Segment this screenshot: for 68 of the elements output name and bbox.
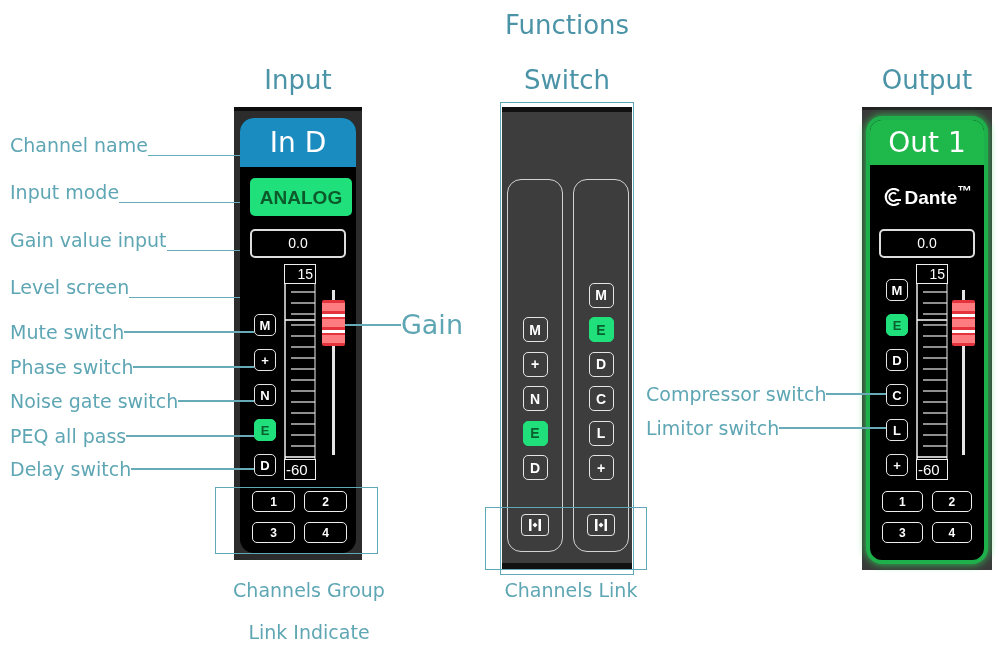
callout-label: Noise gate switch	[10, 389, 179, 413]
channel-name-header: Out 1	[870, 120, 984, 165]
switch-button[interactable]: +	[254, 349, 276, 371]
scale-label: -60	[284, 459, 316, 480]
leader-line	[826, 393, 886, 395]
switch-button[interactable]: M	[522, 317, 548, 342]
switch-button[interactable]: M	[254, 314, 276, 336]
callout-label: Gain	[400, 309, 463, 341]
gain-input-field[interactable]: 0.0	[250, 229, 346, 258]
section-heading: Output	[880, 64, 974, 97]
callout-label: Gain value input	[10, 228, 167, 252]
bars-icon	[528, 519, 542, 531]
group-button[interactable]: 4	[304, 522, 347, 543]
switch-button[interactable]: +	[588, 455, 614, 480]
channel-name-header: In D	[240, 118, 356, 167]
callout-label: Limitor switch	[646, 416, 780, 440]
switch-button[interactable]: E	[522, 420, 548, 446]
group-button[interactable]: 3	[252, 522, 295, 543]
callout-label: Delay switch	[10, 457, 132, 481]
switch-button[interactable]: E	[254, 419, 276, 441]
scale-label: -60	[916, 459, 948, 480]
callout-label: Input mode	[10, 180, 120, 204]
page-title: Functions	[504, 9, 630, 42]
callout-label: Phase switch	[10, 355, 134, 379]
group-button[interactable]: 2	[304, 491, 347, 512]
switch-button[interactable]: C	[588, 386, 614, 411]
switch-button[interactable]: L	[588, 420, 614, 446]
switch-button[interactable]: N	[254, 384, 276, 406]
bars-icon	[594, 519, 608, 531]
group-button[interactable]: 4	[931, 522, 972, 543]
input-mode-button[interactable]: ANALOG	[250, 178, 352, 216]
group-button[interactable]: 2	[931, 491, 972, 512]
group-button[interactable]: 1	[882, 491, 923, 512]
section-heading: Input	[263, 64, 333, 97]
caption-label: Link Indicate	[248, 620, 370, 645]
switch-button[interactable]: N	[522, 386, 548, 411]
scale-label: 15	[284, 264, 316, 284]
caption-label: Channels Group	[233, 578, 385, 603]
switch-button[interactable]: +	[886, 454, 908, 476]
logo-icon	[882, 188, 903, 206]
fader-handle[interactable]	[952, 300, 975, 346]
gain-input-field[interactable]: 0.0	[879, 229, 975, 258]
callout-label: Level screen	[10, 275, 130, 299]
channel-link-button[interactable]	[521, 514, 549, 536]
switch-button[interactable]: M	[886, 279, 908, 301]
switch-button[interactable]: D	[886, 349, 908, 371]
switch-button[interactable]: L	[886, 419, 908, 441]
switch-button[interactable]: D	[588, 351, 614, 377]
switch-button[interactable]: E	[588, 317, 614, 342]
callout-label: Compressor switch	[646, 382, 827, 406]
leader-line	[345, 324, 401, 326]
fader-handle[interactable]	[322, 300, 345, 346]
callout-label: Mute switch	[10, 320, 125, 344]
callout-label: Channel name	[10, 133, 148, 157]
switch-button[interactable]: D	[522, 455, 548, 480]
switch-button[interactable]: D	[254, 454, 276, 476]
section-heading: Switch	[523, 64, 611, 97]
group-button[interactable]: 3	[882, 522, 923, 543]
switch-button[interactable]: C	[886, 384, 908, 406]
group-button[interactable]: 1	[252, 491, 295, 512]
switch-button[interactable]: +	[522, 351, 548, 377]
scale-label: 15	[916, 264, 948, 284]
callout-label: PEQ all pass	[10, 424, 127, 448]
channel-link-button[interactable]	[587, 514, 615, 536]
caption-label: Channels Link	[504, 578, 638, 603]
switch-button[interactable]: M	[588, 282, 614, 308]
brand-logo-text: Dante$^{™}$	[904, 187, 972, 207]
switch-button[interactable]: E	[886, 314, 908, 336]
